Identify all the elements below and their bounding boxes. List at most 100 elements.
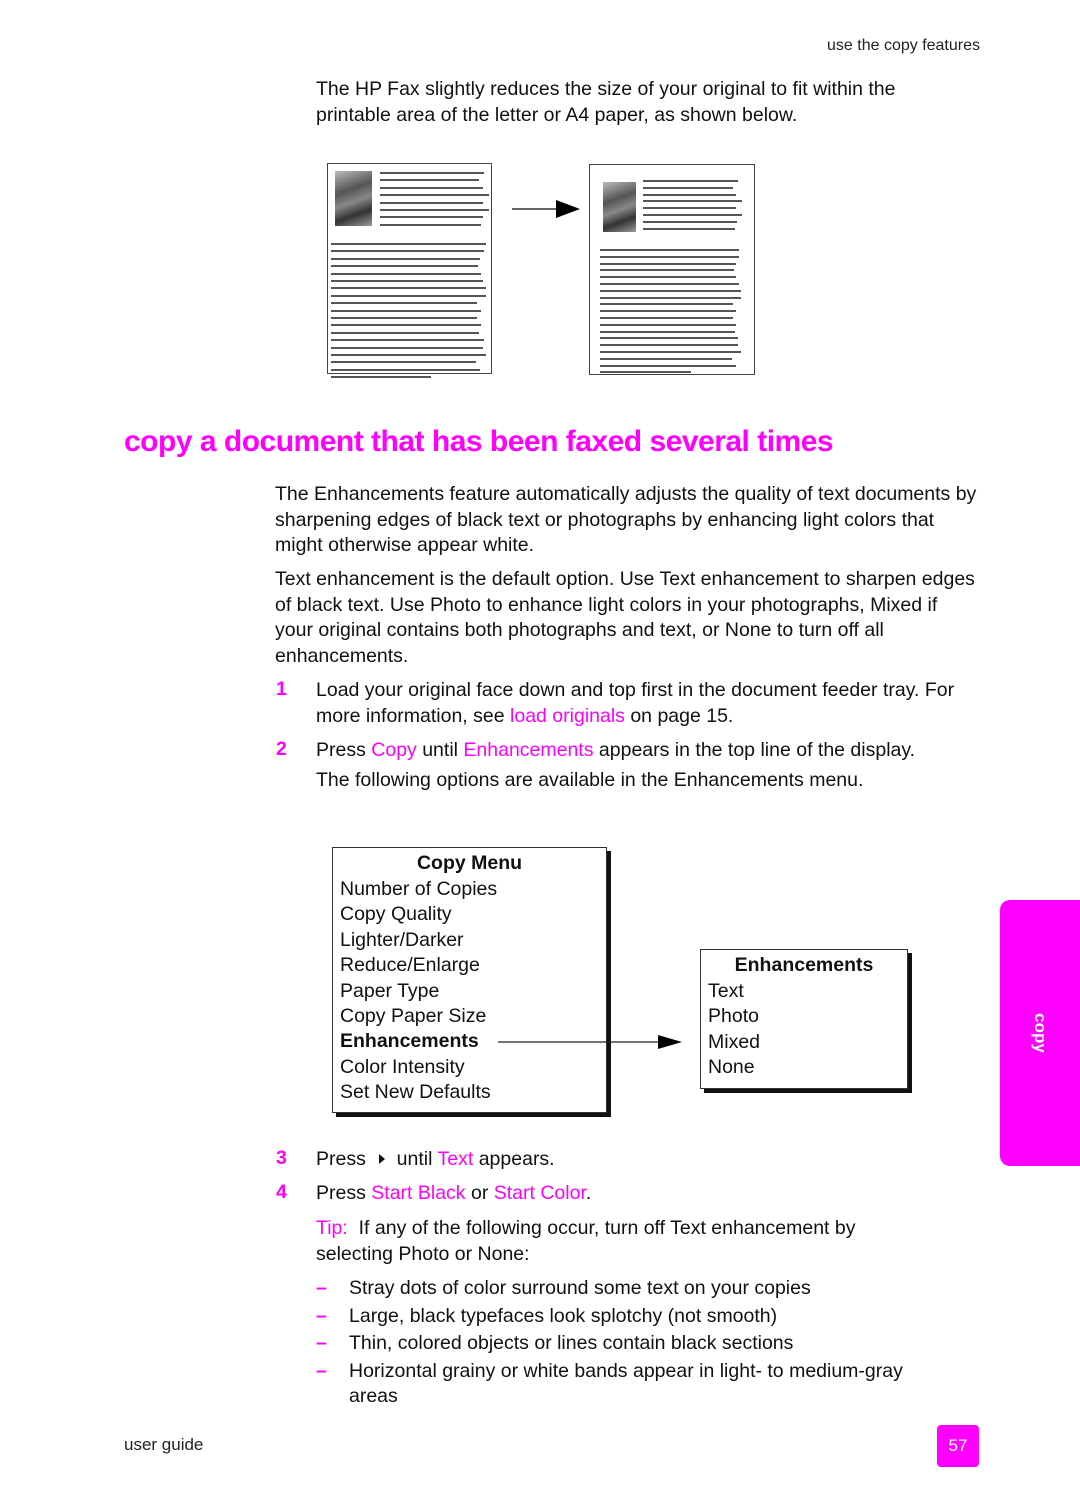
text-line-graphic — [380, 216, 483, 219]
bullet-dash: – — [316, 1304, 327, 1327]
text-line-graphic — [331, 376, 431, 379]
step-text: or — [465, 1182, 494, 1204]
text-line-graphic — [600, 323, 736, 326]
text-line-graphic — [600, 303, 733, 306]
tip-bullet-list: – Stray dots of color surround some text … — [316, 1276, 956, 1412]
enhancements-menu-item: Photo — [708, 1005, 759, 1028]
right-triangle-icon — [379, 1154, 386, 1164]
text-option: Text — [437, 1148, 474, 1170]
step-text: on page 15. — [624, 704, 734, 727]
step-text: Press — [316, 739, 372, 761]
text-line-graphic — [380, 194, 489, 197]
text-line-graphic — [380, 223, 481, 226]
copy-menu-list: Number of Copies Copy Quality Lighter/Dark… — [340, 877, 497, 1106]
chapter-tab: copy — [1000, 900, 1080, 1166]
copy-menu-title: Copy Menu — [416, 852, 523, 874]
text-line-graphic — [331, 243, 486, 245]
text-line-graphic — [380, 179, 479, 182]
text-line-graphic — [643, 193, 736, 196]
reduced-page-illustration — [589, 164, 755, 375]
text-line-graphic — [600, 283, 739, 285]
text-line-graphic — [600, 317, 733, 319]
text-line-graphic — [600, 330, 735, 333]
step-number: 3 — [276, 1147, 287, 1169]
enhancements-key: Enhancements — [463, 739, 594, 761]
step-number: 4 — [276, 1181, 287, 1203]
text-line-graphic — [643, 227, 735, 230]
tip-label: Tip: — [316, 1217, 348, 1239]
text-line-graphic — [331, 324, 481, 327]
text-line-graphic — [600, 262, 736, 265]
step-2-text: Press Copy until Enhancements appears in… — [316, 738, 976, 764]
text-line-graphic — [331, 354, 486, 356]
enhancements-menu-item: None — [708, 1056, 755, 1079]
start-color-key: Start Color — [493, 1182, 586, 1204]
step-1-text: Load your original face down and top fir… — [316, 678, 966, 729]
text-line-graphic — [643, 180, 738, 182]
text-line-graphic — [331, 317, 477, 319]
text-line-graphic — [331, 302, 477, 305]
original-page-illustration — [327, 163, 492, 379]
text-line-graphic — [600, 337, 738, 340]
text-line-graphic — [600, 249, 739, 251]
text-line-graphic — [600, 371, 691, 374]
tiger-photo-thumbnail — [335, 171, 372, 226]
text-line-graphic — [600, 310, 736, 313]
tip-bullet: – Stray dots of color surround some text … — [316, 1276, 956, 1302]
step-number: 2 — [276, 738, 287, 760]
text-line-graphic — [600, 276, 736, 279]
step-number: 1 — [276, 678, 287, 700]
copy-key: Copy — [371, 739, 417, 761]
text-line-graphic — [600, 351, 741, 353]
copy-menu-item: Enhancements — [340, 1030, 479, 1053]
bullet-dash: – — [316, 1332, 327, 1354]
copy-menu-item: Number of Copies — [340, 878, 498, 900]
step-text: appears. — [473, 1148, 555, 1170]
text-line-graphic — [331, 339, 484, 342]
step-4-text: Press Start Black or Start Color. — [316, 1181, 966, 1207]
bullet-text: Stray dots of color surround some text o… — [349, 1277, 811, 1299]
tiger-photo-thumbnail — [603, 182, 636, 232]
text-line-graphic — [600, 269, 734, 272]
tip: Tip: If any of the following occur, turn… — [316, 1216, 916, 1267]
text-line-graphic — [600, 344, 738, 347]
text-line-graphic — [643, 220, 737, 223]
paragraph-text-enhancement: Text enhancement is the default option. … — [275, 568, 975, 667]
text-line-graphic — [600, 364, 736, 367]
tip-bullet: – Thin, colored objects or lines contain … — [316, 1331, 956, 1357]
step-text: Press — [316, 1148, 372, 1170]
chapter-tab-label: copy — [1031, 1013, 1050, 1053]
text-line-graphic — [380, 186, 483, 189]
text-line-graphic — [331, 287, 486, 290]
copy-menu-item: Reduce/Enlarge — [340, 954, 480, 977]
enhancements-menu-item: Text — [708, 980, 744, 1002]
copy-menu-item: Set New Defaults — [340, 1081, 491, 1104]
menu-arrow-icon — [498, 1035, 682, 1049]
enhancements-menu-list: Text Photo Mixed None — [708, 979, 760, 1081]
text-line-graphic — [331, 250, 484, 253]
text-line-graphic — [643, 214, 742, 216]
step-text: until — [416, 739, 464, 761]
copy-menu-item: Copy Quality — [340, 903, 452, 926]
text-line-graphic — [600, 357, 732, 360]
bullet-text: Thin, colored objects or lines contain b… — [349, 1332, 794, 1354]
copy-menu-item: Lighter/Darker — [340, 928, 464, 951]
tip-text: If any of the following occur, turn off … — [316, 1217, 856, 1265]
paragraph-enhancements-intro: The Enhancements feature automatically a… — [275, 483, 977, 556]
enhancements-menu-item: Mixed — [708, 1030, 761, 1053]
bullet-text: Horizontal grainy or white bands appear … — [349, 1359, 903, 1408]
text-line-graphic — [331, 272, 481, 275]
start-black-key: Start Black — [371, 1182, 466, 1204]
text-line-graphic — [331, 309, 481, 312]
page-number: 57 — [937, 1425, 979, 1467]
enhancements-menu-box: Enhancements Text Photo Mixed None — [700, 949, 908, 1089]
step-text: appears in the top line of the display. — [593, 739, 916, 761]
footer-label: user guide — [124, 1435, 204, 1454]
text-line-graphic — [600, 296, 741, 299]
step-3-text: Press until Text appears. — [316, 1147, 966, 1173]
text-line-graphic — [331, 294, 486, 297]
text-line-graphic — [331, 368, 480, 371]
copy-menu-item: Color Intensity — [340, 1055, 465, 1078]
load-originals-link[interactable]: load originals — [510, 705, 625, 727]
copy-menu-item: Copy Paper Size — [340, 1005, 487, 1028]
